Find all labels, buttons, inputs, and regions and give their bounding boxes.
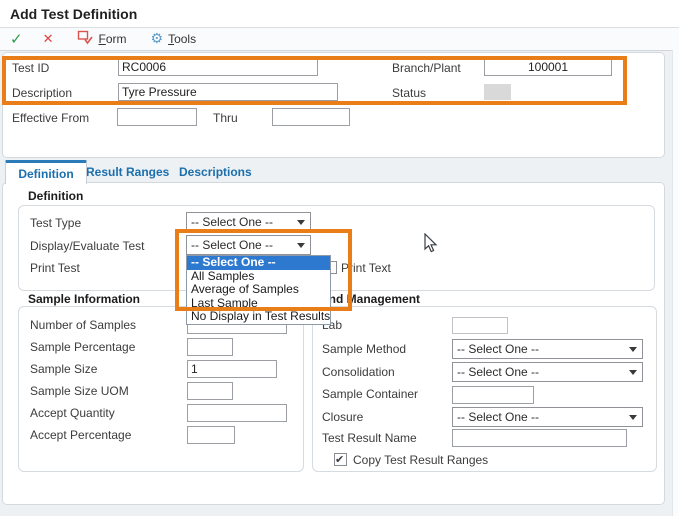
dropdown-option[interactable]: Last Sample [187,297,330,311]
copy-test-result-ranges-label: Copy Test Result Ranges [353,453,488,467]
form-menu-button[interactable]: Form [77,28,126,50]
closure-label: Closure [322,410,363,424]
tools-menu-label: Tools [168,32,196,46]
print-test-label: Print Test [30,261,80,275]
consolidation-label: Consolidation [322,365,395,379]
mouse-cursor-icon [424,233,438,254]
page-title: Add Test Definition [10,6,137,22]
sample-container-label: Sample Container [322,387,418,401]
definition-section-header: Definition [28,189,83,203]
lab-input[interactable] [452,317,508,334]
dropdown-arrow-icon [297,220,305,225]
dropdown-arrow-icon [297,243,305,248]
sample-size-uom-label: Sample Size UOM [30,384,129,398]
sample-percentage-input[interactable] [187,338,233,356]
status-field [484,84,511,100]
sample-size-input[interactable] [187,360,277,378]
status-label: Status [392,86,426,100]
accept-percentage-input[interactable] [187,426,235,444]
number-of-samples-label: Number of Samples [30,318,136,332]
test-result-name-label: Test Result Name [322,431,417,445]
accept-quantity-input[interactable] [187,404,287,422]
sample-size-uom-input[interactable] [187,382,233,400]
test-id-label: Test ID [12,61,49,75]
cancel-button[interactable]: ✕ [43,28,54,50]
effective-from-input[interactable] [117,108,197,126]
form-menu-label: Form [98,32,126,46]
copy-test-result-ranges-checkbox[interactable] [334,453,347,466]
sample-method-value: -- Select One -- [457,342,539,356]
branch-plant-label: Branch/Plant [392,61,461,75]
test-id-input[interactable] [118,58,318,76]
test-type-select[interactable]: -- Select One -- [186,212,311,232]
dropdown-arrow-icon [629,370,637,375]
right-gutter [672,50,679,516]
dropdown-arrow-icon [629,415,637,420]
dropdown-option[interactable]: Average of Samples [187,283,330,297]
sample-method-label: Sample Method [322,342,406,356]
tab-descriptions[interactable]: Descriptions [179,165,252,179]
dropdown-option[interactable]: -- Select One -- [187,256,330,270]
branch-plant-input[interactable] [484,58,612,76]
accept-quantity-label: Accept Quantity [30,406,115,420]
tab-result-ranges[interactable]: Result Ranges [86,165,169,179]
display-evaluate-label: Display/Evaluate Test [30,239,145,253]
sample-container-input[interactable] [452,386,534,404]
test-type-label: Test Type [30,216,81,230]
sample-percentage-label: Sample Percentage [30,340,135,354]
display-evaluate-value: -- Select One -- [191,238,273,252]
display-evaluate-open-list: -- Select One -- All Samples Average of … [186,255,331,325]
ok-button[interactable]: ✓ [10,28,23,50]
tab-definition[interactable]: Definition [5,160,87,184]
test-result-name-input[interactable] [452,429,627,447]
description-label: Description [12,86,72,100]
title-bar: Add Test Definition [0,0,679,28]
thru-input[interactable] [272,108,350,126]
sample-information-section-header: Sample Information [28,292,140,306]
dropdown-option[interactable]: No Display in Test Results [187,310,330,324]
tools-menu-button[interactable]: ⚙ Tools [127,28,197,50]
display-evaluate-select[interactable]: -- Select One -- [186,235,311,255]
closure-select[interactable]: -- Select One -- [452,407,643,427]
accept-percentage-label: Accept Percentage [30,428,131,442]
consolidation-value: -- Select One -- [457,365,539,379]
sample-method-select[interactable]: -- Select One -- [452,339,643,359]
sample-size-label: Sample Size [30,362,97,376]
dropdown-arrow-icon [629,347,637,352]
thru-label: Thru [213,111,238,125]
add-test-definition-window: Add Test Definition ✓ ✕ Form ⚙ Tools Tes… [0,0,679,516]
test-type-value: -- Select One -- [191,215,273,229]
print-text-label: Print Text [341,261,391,275]
effective-from-label: Effective From [12,111,89,125]
consolidation-select[interactable]: -- Select One -- [452,362,643,382]
closure-value: -- Select One -- [457,410,539,424]
form-icon [77,30,93,48]
description-input[interactable] [118,83,338,101]
dropdown-option[interactable]: All Samples [187,270,330,284]
toolbar: ✓ ✕ Form ⚙ Tools [0,28,679,51]
gear-icon: ⚙ [151,32,164,46]
tab-definition-label: Definition [18,167,73,181]
